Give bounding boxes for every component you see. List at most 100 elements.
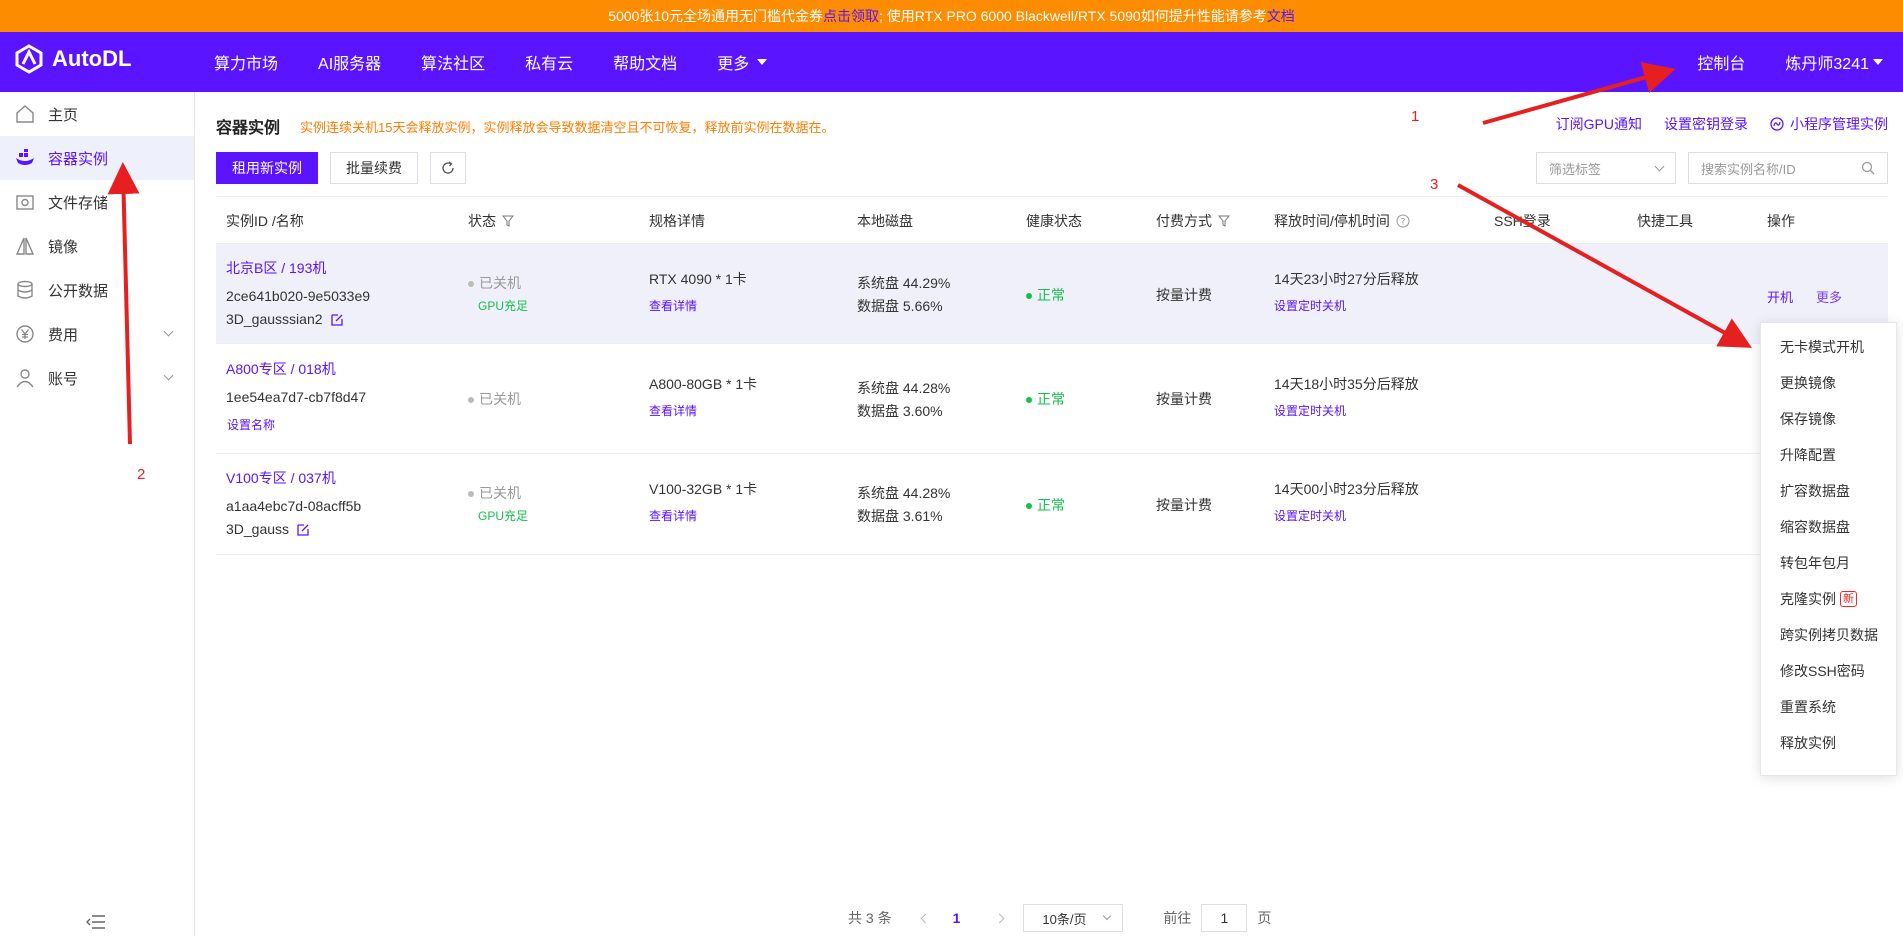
sidebar-item-storage[interactable]: 文件存储 (0, 180, 194, 224)
goto-label: 前往 (1163, 910, 1192, 926)
instance-id: 2ce641b020-9e5033e9 (226, 288, 371, 304)
sidebar-item-images[interactable]: 镜像 (0, 224, 194, 268)
page-number-current[interactable]: 1 (953, 910, 961, 926)
menu-item-change-image[interactable]: 更换镜像 (1761, 365, 1896, 401)
svg-text:?: ? (1401, 218, 1406, 228)
table-row: 北京B区 / 193机 2ce641b020-9e5033e9 3D_gauss… (216, 244, 1888, 344)
image-icon (14, 235, 36, 257)
schedule-shutdown-link[interactable]: 设置定时关机 (1274, 402, 1346, 419)
subscribe-gpu-link[interactable]: 订阅GPU通知 (1556, 114, 1642, 134)
banner-doc-link[interactable]: 文档 (1267, 6, 1295, 26)
menu-item-clone[interactable]: 克隆实例新 (1761, 581, 1896, 617)
nav-more[interactable]: 更多 (717, 50, 768, 74)
menu-item-clone-label: 克隆实例 (1780, 591, 1836, 607)
user-icon (14, 367, 36, 389)
sidebar-item-account[interactable]: 账号 (0, 356, 194, 400)
search-placeholder: 搜索实例名称/ID (1701, 161, 1796, 177)
nav-ai-server[interactable]: AI服务器 (318, 50, 381, 74)
goto-page-input[interactable]: 1 (1201, 904, 1248, 932)
instance-region-link[interactable]: V100专区 / 037机 (226, 468, 336, 488)
filter-icon[interactable] (1218, 215, 1230, 227)
spec-detail-link[interactable]: 查看详情 (649, 507, 697, 524)
edit-icon[interactable] (297, 524, 309, 536)
key-login-link[interactable]: 设置密钥登录 (1664, 114, 1748, 134)
brand-logo[interactable]: AutoDL (14, 44, 131, 74)
help-icon[interactable]: ? (1396, 214, 1410, 228)
instance-name-wrap: 3D_gausssian2 (226, 311, 343, 327)
nav-market[interactable]: 算力市场 (214, 50, 278, 74)
chevron-right-icon[interactable] (994, 913, 1005, 923)
menu-item-ssh-password[interactable]: 修改SSH密码 (1761, 653, 1896, 689)
nav-more-label: 更多 (717, 56, 750, 73)
col-id-label: 实例ID /名称 (226, 213, 304, 229)
nav-community[interactable]: 算法社区 (421, 50, 485, 74)
chevron-left-icon[interactable] (920, 913, 931, 923)
page-size-select[interactable]: 10条/页 (1023, 904, 1124, 932)
schedule-shutdown-link[interactable]: 设置定时关机 (1274, 507, 1346, 524)
edit-icon[interactable] (330, 314, 343, 326)
instance-region-link[interactable]: A800专区 / 018机 (226, 359, 336, 379)
menu-item-change-config[interactable]: 升降配置 (1761, 437, 1896, 473)
filter-icon[interactable] (502, 215, 514, 227)
health-dot (1026, 503, 1032, 510)
start-button[interactable]: 开机 (1767, 287, 1793, 306)
menu-item-monthly[interactable]: 转包年包月 (1761, 545, 1896, 581)
banner-text-a: 5000张10元全场通用无门槛代金券 (608, 8, 823, 24)
miniprogram-label: 小程序管理实例 (1790, 116, 1888, 132)
miniprogram-link[interactable]: 小程序管理实例 (1770, 114, 1888, 134)
release-time: 14天23小时27分后释放 (1274, 271, 1419, 287)
col-health-label: 健康状态 (1026, 213, 1082, 229)
sidebar-item-billing[interactable]: 费用 (0, 312, 194, 356)
sidebar-item-public-data[interactable]: 公开数据 (0, 268, 194, 312)
menu-item-reset-system[interactable]: 重置系统 (1761, 689, 1896, 725)
gpu-availability: GPU充足 (478, 299, 529, 313)
schedule-shutdown-link[interactable]: 设置定时关机 (1274, 297, 1346, 314)
disk-data: 数据盘 5.66% (857, 298, 943, 314)
set-name-link[interactable]: 设置名称 (227, 416, 275, 433)
sidebar-item-containers[interactable]: 容器实例 (0, 136, 194, 180)
tag-filter-select[interactable]: 筛选标签 (1536, 152, 1676, 184)
user-menu[interactable]: 炼丹师3241 (1785, 50, 1883, 74)
menu-item-start-no-gpu[interactable]: 无卡模式开机 (1761, 329, 1896, 365)
col-spec-label: 规格详情 (649, 213, 705, 229)
chevron-down-icon (163, 326, 174, 337)
refresh-icon (442, 161, 454, 174)
spec-detail-link[interactable]: 查看详情 (649, 297, 697, 314)
instance-region-link[interactable]: 北京B区 / 193机 (226, 258, 326, 278)
annotation-number-3: 3 (1430, 176, 1439, 193)
col-ops-label: 操作 (1767, 213, 1795, 229)
collapse-menu-icon[interactable] (86, 914, 106, 930)
sidebar-item-home[interactable]: 主页 (0, 92, 194, 136)
tag-filter-placeholder: 筛选标签 (1549, 161, 1602, 177)
brand-name: AutoDL (52, 46, 132, 71)
page-title: 容器实例 (216, 120, 281, 137)
more-ops-button[interactable]: 更多 (1816, 287, 1842, 306)
pagination: 共 3 条 1 10条/页 前往 1 页 (848, 904, 1271, 932)
batch-renew-button[interactable]: 批量续费 (330, 152, 418, 184)
health-text: 正常 (1037, 287, 1065, 303)
spec-text: A800-80GB * 1卡 (649, 376, 758, 392)
nav-help-docs[interactable]: 帮助文档 (613, 50, 677, 74)
instance-search-input[interactable]: 搜索实例名称/ID (1688, 152, 1888, 184)
menu-item-copy-data[interactable]: 跨实例拷贝数据 (1761, 617, 1896, 653)
status-text: 已关机 (479, 275, 521, 291)
release-time: 14天00小时23分后释放 (1274, 481, 1419, 497)
menu-item-expand-disk[interactable]: 扩容数据盘 (1761, 473, 1896, 509)
caret-down-icon (757, 59, 768, 65)
instance-name: 3D_gauss (226, 521, 290, 537)
instance-id: 1ee54ea7d7-cb7f8d47 (226, 389, 367, 405)
health-text: 正常 (1037, 497, 1065, 513)
menu-item-shrink-disk[interactable]: 缩容数据盘 (1761, 509, 1896, 545)
search-icon (1861, 161, 1875, 175)
table-row: V100专区 / 037机 a1aa4ebc7d-08acff5b 3D_gau… (216, 454, 1888, 555)
nav-console[interactable]: 控制台 (1697, 50, 1745, 74)
menu-item-release[interactable]: 释放实例 (1761, 725, 1896, 761)
sidebar-item-label: 容器实例 (48, 150, 109, 168)
spec-detail-link[interactable]: 查看详情 (649, 402, 697, 419)
banner-claim-link[interactable]: 点击领取 (823, 6, 879, 26)
rent-instance-button[interactable]: 租用新实例 (216, 152, 318, 184)
menu-item-save-image[interactable]: 保存镜像 (1761, 401, 1896, 437)
refresh-button[interactable] (430, 152, 466, 184)
nav-private-cloud[interactable]: 私有云 (525, 50, 573, 74)
spec-text: V100-32GB * 1卡 (649, 481, 758, 497)
